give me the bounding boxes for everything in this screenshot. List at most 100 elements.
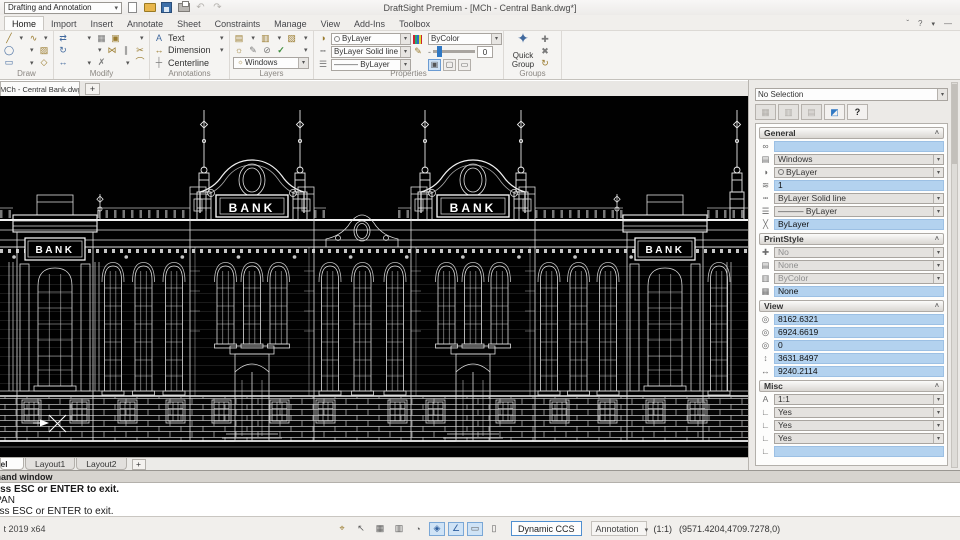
text-button[interactable]: Text [153, 32, 226, 44]
printstyle-combobox[interactable]: No [774, 246, 944, 258]
scrollbar-thumb[interactable] [952, 84, 957, 164]
section-header-view[interactable]: View ˄ [759, 300, 944, 312]
printstyle-value-field[interactable]: None [774, 285, 944, 297]
hatch-tool-icon[interactable] [38, 45, 50, 56]
lineweight-toggle[interactable]: ▭ [467, 521, 483, 536]
ungroup-icon[interactable] [539, 46, 551, 57]
line-tool-icon[interactable] [3, 33, 15, 44]
view-height-field[interactable]: 3631.8497 [774, 352, 944, 364]
toggle-value-button[interactable]: ◩ [824, 104, 845, 120]
weight-slider[interactable] [433, 46, 475, 57]
chevron-down-icon[interactable] [220, 46, 226, 54]
weight-slider-thumb[interactable] [437, 46, 442, 57]
layout-tab-layout2[interactable]: Layout2 [76, 458, 127, 470]
mirror-tool-icon[interactable] [106, 45, 118, 56]
line-scale-field[interactable]: 1 [774, 179, 944, 191]
tab-view[interactable]: View [314, 17, 347, 30]
layer-combobox[interactable]: Windows [233, 56, 309, 69]
line-color-combobox[interactable]: ByLayer [331, 32, 411, 45]
help-icon[interactable]: ? [918, 19, 922, 28]
offset-tool-icon[interactable] [120, 45, 132, 56]
stretch-tool-icon[interactable] [57, 57, 69, 68]
layer-apply-icon[interactable] [275, 45, 287, 56]
printarea-toggle[interactable]: ▯ [486, 522, 502, 536]
chevron-down-icon[interactable] [278, 34, 284, 42]
view-center-x-field[interactable]: 8162.6321 [774, 313, 944, 325]
line-style-combobox[interactable]: ByLayer Solid line [331, 45, 411, 58]
spline-tool-icon[interactable] [28, 33, 40, 44]
trim-tool-icon[interactable] [134, 45, 146, 56]
edit-group-icon[interactable] [539, 58, 551, 69]
etrack-toggle[interactable]: ∠ [448, 521, 464, 536]
command-window[interactable]: Command window Press ESC or ENTER to exi… [0, 470, 960, 516]
rotate-tool-icon[interactable] [57, 45, 69, 56]
chevron-down-icon[interactable] [220, 34, 226, 42]
minimize-ribbon-icon[interactable]: — [944, 19, 952, 28]
command-window-header[interactable]: Command window [0, 471, 960, 483]
collapse-ribbon-icon[interactable]: ˇ [906, 19, 909, 28]
layout-tab-layout1[interactable]: Layout1 [25, 458, 76, 470]
grid-toggle[interactable]: ▦ [372, 522, 388, 536]
selection-combobox[interactable]: No Selection [755, 88, 948, 101]
save-button[interactable] [160, 2, 173, 14]
view-width-field[interactable]: 9240.2114 [774, 365, 944, 377]
undo-button[interactable]: ↶ [194, 2, 207, 14]
workspace-selector[interactable]: Drafting and Annotation [4, 1, 122, 14]
erase-tool-icon[interactable] [96, 57, 108, 68]
chevron-down-icon[interactable] [30, 46, 36, 54]
section-header-misc[interactable]: Misc ˄ [759, 380, 944, 392]
tab-sheet[interactable]: Sheet [170, 17, 208, 30]
layer-isolate-icon[interactable] [261, 45, 273, 56]
view-center-y-field[interactable]: 6924.6619 [774, 326, 944, 338]
chevron-down-icon[interactable] [20, 34, 26, 42]
tab-insert[interactable]: Insert [84, 17, 121, 30]
section-header-printstyle[interactable]: PrintStyle ˄ [759, 233, 944, 245]
new-tab-button[interactable]: + [85, 83, 100, 95]
palette-scrollbar[interactable] [951, 82, 958, 468]
printstyle-mode-combobox[interactable]: ByColor [774, 272, 944, 284]
options-dropdown-icon[interactable] [931, 19, 935, 28]
dynamic-ccs-button[interactable]: Dynamic CCS [511, 521, 582, 536]
line-weight-combobox[interactable]: ——— ByLayer [774, 205, 944, 217]
chevron-down-icon[interactable] [140, 34, 146, 42]
rectangle-tool-icon[interactable] [3, 57, 15, 68]
chevron-down-icon[interactable] [251, 34, 257, 42]
view-center-z-field[interactable]: 0 [774, 339, 944, 351]
tab-addins[interactable]: Add-Ins [347, 17, 392, 30]
line-color-combobox[interactable]: ByLayer [774, 166, 944, 178]
transparency-field[interactable]: ByLayer [774, 218, 944, 230]
annotation-scale-selector[interactable]: Annotation [590, 521, 647, 536]
chevron-down-icon[interactable] [30, 59, 36, 67]
open-button[interactable] [143, 2, 156, 14]
fillet-tool-icon[interactable] [134, 57, 146, 68]
printstyle-table-combobox[interactable]: None [774, 259, 944, 271]
polar-toggle[interactable]: ◔ [410, 522, 426, 536]
chevron-down-icon[interactable] [88, 34, 94, 42]
pattern-tool-icon[interactable] [96, 33, 108, 44]
layer-edit-icon[interactable] [247, 45, 259, 56]
chevron-down-icon[interactable] [98, 46, 104, 54]
ortho-toggle[interactable]: ▥ [391, 522, 407, 536]
select-entities-button[interactable]: ▦ [755, 104, 776, 120]
weight-value-box[interactable]: 0 [477, 45, 493, 58]
line-style-combobox[interactable]: ByLayer Solid line [774, 192, 944, 204]
layer-manager-icon[interactable] [233, 33, 245, 44]
layer-freeze-icon[interactable] [286, 33, 298, 44]
hyperlink-field[interactable] [774, 140, 944, 152]
group-add-icon[interactable] [539, 34, 551, 45]
layout-tab-model[interactable]: Model [0, 458, 24, 470]
chevron-down-icon[interactable] [304, 46, 310, 54]
drawing-canvas[interactable]: BANK BANK BANK BANK [0, 96, 748, 457]
ucs-icon-combobox[interactable]: Yes [774, 406, 944, 418]
redo-button[interactable]: ↷ [211, 2, 224, 14]
move-tool-icon[interactable] [57, 33, 69, 44]
quick-select-button[interactable]: ▥ [778, 104, 799, 120]
layer-preview-icon[interactable] [259, 33, 271, 44]
section-header-general[interactable]: General ˄ [759, 127, 944, 139]
tab-constraints[interactable]: Constraints [208, 17, 268, 30]
chevron-down-icon[interactable] [126, 59, 132, 67]
rich-color-combobox[interactable]: ByColor [428, 32, 502, 45]
annotation-scale-combobox[interactable]: 1:1 [774, 393, 944, 405]
centerline-button[interactable]: Centerline [153, 57, 226, 69]
dimension-button[interactable]: Dimension [153, 44, 226, 56]
